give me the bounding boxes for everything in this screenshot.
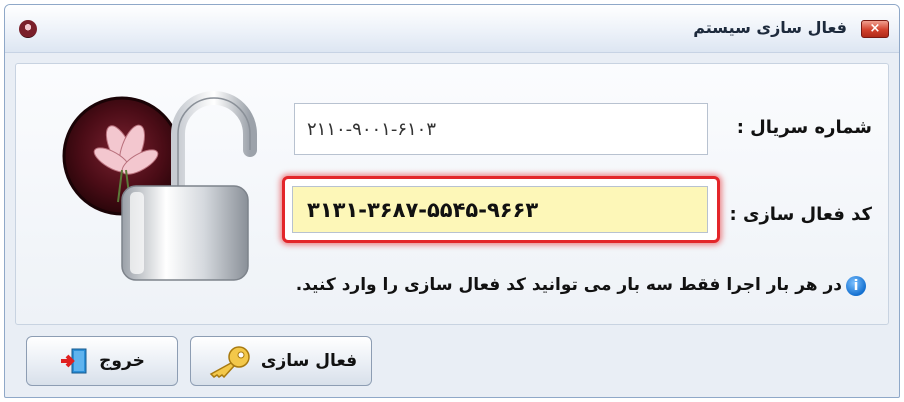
info-icon: i bbox=[846, 276, 866, 296]
info-message: در هر بار اجرا فقط سه بار می توانید کد ف… bbox=[295, 275, 842, 295]
exit-button-label: خروج bbox=[99, 351, 145, 371]
key-icon bbox=[209, 346, 250, 378]
exit-button[interactable]: خروج bbox=[26, 336, 178, 386]
lock-logo-icon bbox=[60, 90, 260, 290]
activate-button-label: فعال سازی bbox=[260, 351, 358, 371]
activation-code-label: کد فعال سازی : bbox=[729, 204, 872, 225]
app-icon bbox=[19, 20, 37, 38]
exit-door-icon bbox=[61, 348, 87, 374]
title-bar: فعال سازی سیستم × bbox=[5, 5, 899, 53]
serial-field[interactable]: ۲۱۱۰-۹۰۰۱-۶۱۰۳ bbox=[294, 103, 708, 155]
window-title: فعال سازی سیستم bbox=[693, 18, 847, 37]
activation-code-input[interactable]: ۳۱۳۱-۳۶۸۷-۵۵۴۵-۹۶۶۳ bbox=[292, 186, 708, 233]
serial-label: شماره سریال : bbox=[736, 117, 872, 138]
activate-button[interactable]: فعال سازی bbox=[190, 336, 372, 386]
close-button[interactable]: × bbox=[861, 20, 889, 38]
